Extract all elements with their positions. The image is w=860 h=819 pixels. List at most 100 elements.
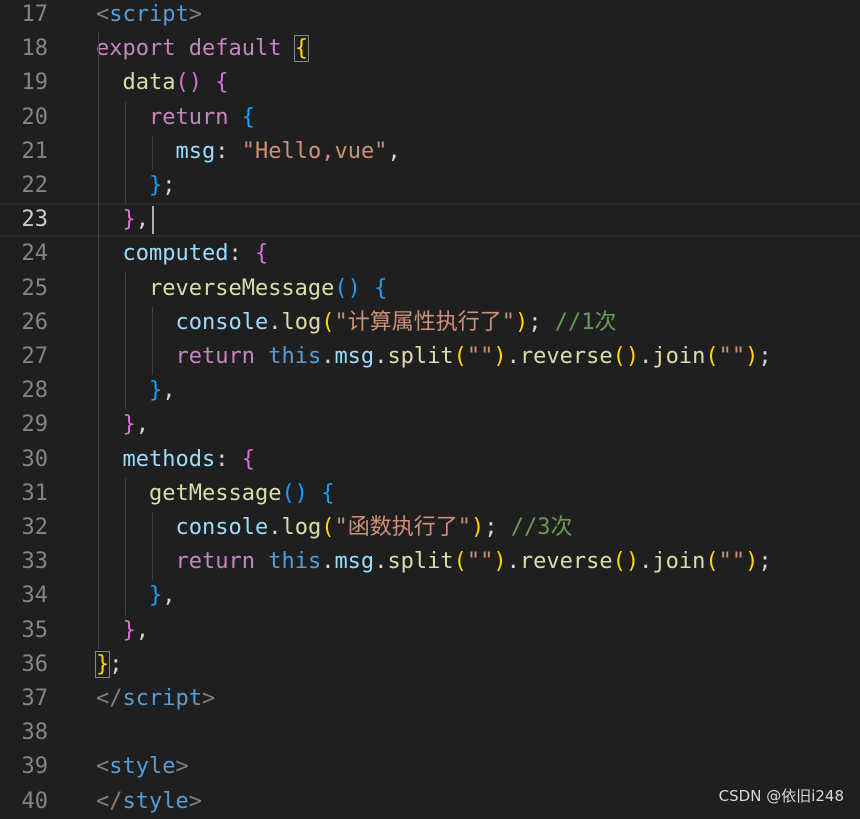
code-token: ;: [528, 309, 555, 335]
code-token: (): [175, 70, 202, 96]
code-token: (): [334, 275, 361, 301]
line-number: 30: [21, 446, 49, 472]
code-line[interactable]: 22 };: [0, 169, 860, 203]
code-text: };: [94, 648, 123, 682]
code-token: ): [470, 515, 485, 540]
line-number: 20: [21, 104, 49, 130]
indent-guide: [152, 512, 154, 581]
code-line[interactable]: 27 return this.msg.split("").reverse().j…: [0, 340, 860, 374]
code-text: },: [96, 374, 176, 408]
code-line[interactable]: 36};: [0, 648, 860, 682]
code-token: "Hello,vue": [241, 138, 388, 164]
code-text: return this.msg.split("").reverse().join…: [96, 545, 772, 579]
code-line[interactable]: 33 return this.msg.split("").reverse().j…: [0, 545, 860, 579]
code-line[interactable]: 37 </script>: [0, 682, 860, 716]
code-token: methods: [122, 446, 216, 472]
code-token: .: [321, 549, 335, 575]
code-token: <: [96, 2, 110, 27]
code-line[interactable]: 32 console.log("函数执行了"); //3次: [0, 511, 860, 545]
code-token: :: [215, 446, 242, 472]
code-token: //1次: [554, 309, 617, 335]
code-token: >: [188, 2, 202, 27]
code-token: (: [705, 344, 719, 369]
code-token: ,: [135, 617, 149, 643]
code-editor[interactable]: 17 <script> 18 export default {19 data() {2…: [0, 0, 860, 814]
code-token: split: [387, 344, 454, 369]
line-number: 26: [21, 309, 49, 335]
code-token: "": [466, 344, 494, 369]
code-line[interactable]: 17 <script>: [0, 0, 860, 32]
code-line[interactable]: 31 getMessage() {: [0, 477, 860, 511]
code-token: >: [201, 686, 216, 711]
code-token: "": [466, 549, 494, 575]
code-line[interactable]: 20 return {: [0, 101, 860, 135]
code-line[interactable]: 28 },: [0, 374, 860, 408]
code-token: export: [96, 36, 189, 62]
code-token: }: [148, 378, 163, 404]
indent-guide: [125, 272, 127, 410]
code-token: (): [612, 344, 640, 369]
code-token: return: [148, 104, 242, 130]
code-line[interactable]: 24 computed: {: [0, 237, 860, 271]
code-token: {: [241, 104, 255, 130]
code-line[interactable]: 23 },: [0, 203, 860, 238]
code-text: computed: {: [96, 237, 269, 271]
code-token: msg: [175, 138, 216, 164]
code-line[interactable]: 21 msg: "Hello,vue",: [0, 135, 860, 169]
indent-guide: [98, 33, 99, 649]
line-number: 34: [21, 583, 49, 609]
code-token: .: [374, 549, 388, 575]
code-token: .: [321, 344, 335, 369]
code-token: style: [109, 754, 176, 780]
code-line[interactable]: 35 },: [0, 614, 860, 648]
code-token: (: [321, 309, 335, 335]
code-token: ;: [758, 344, 772, 369]
code-line[interactable]: 39 <style>: [0, 750, 860, 784]
code-token: {: [321, 480, 335, 506]
code-text: getMessage() {: [96, 477, 334, 511]
line-number: 40: [21, 788, 49, 814]
code-token: getMessage: [148, 480, 282, 506]
code-line[interactable]: 19 data() {: [0, 66, 860, 100]
code-token: "函数执行了": [334, 515, 471, 540]
code-token: data: [122, 70, 176, 96]
code-line[interactable]: 34 },: [0, 579, 860, 613]
code-token: .: [268, 309, 282, 335]
code-token: .: [268, 515, 282, 540]
indent-guide: [152, 306, 154, 376]
code-token: split: [387, 549, 454, 575]
code-token: join: [652, 549, 706, 575]
line-number: 33: [21, 549, 49, 575]
code-text: methods: {: [96, 443, 255, 477]
code-line[interactable]: 29 },: [0, 408, 860, 442]
code-token: (: [321, 515, 335, 540]
code-token: (): [281, 480, 308, 506]
code-token: ;: [758, 549, 772, 575]
code-token: .: [506, 344, 520, 369]
code-token: :: [228, 241, 255, 267]
code-token: join: [652, 344, 706, 369]
line-number: 21: [21, 138, 49, 164]
line-number: 28: [21, 378, 49, 404]
code-text: },: [96, 579, 176, 613]
code-line[interactable]: 38: [0, 716, 860, 750]
code-line[interactable]: 18 export default {: [0, 32, 860, 66]
code-token: {: [241, 446, 255, 472]
code-line[interactable]: 25 reverseMessage() {: [0, 272, 860, 306]
code-text: export default {: [96, 32, 309, 66]
code-text: reverseMessage() {: [96, 272, 387, 306]
code-token: <: [96, 754, 110, 780]
line-number: 35: [21, 617, 49, 643]
code-line[interactable]: 26 console.log("计算属性执行了"); //1次: [0, 306, 860, 340]
line-number: 18: [21, 36, 49, 62]
line-number: 37: [21, 686, 49, 711]
line-number: 32: [21, 515, 49, 540]
code-token: :: [215, 138, 242, 164]
code-line[interactable]: 30 methods: {: [0, 443, 860, 477]
